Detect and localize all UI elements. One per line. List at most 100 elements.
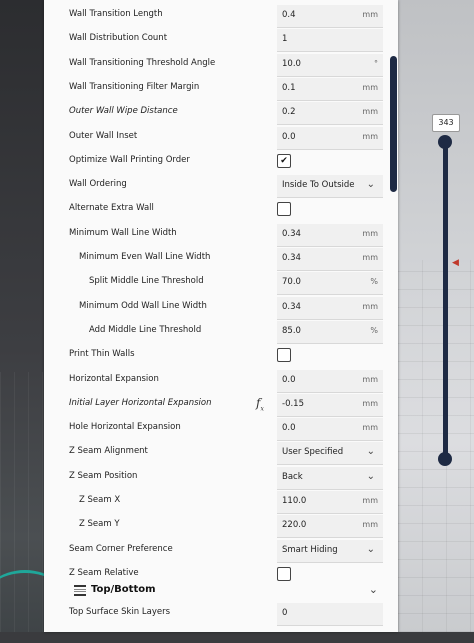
setting-unit: mm [362, 132, 378, 141]
setting-row-outer-wall-wipe-distance: Outer Wall Wipe Distance 0.2 mm [44, 101, 398, 125]
setting-value: 85.0 [282, 326, 301, 336]
setting-input[interactable]: 110.0 mm [277, 491, 383, 514]
layer-slider-top-handle[interactable] [438, 135, 452, 149]
setting-row-optimize-wall-printing-order: Optimize Wall Printing Order ✔ [44, 150, 398, 174]
setting-row-wall-transitioning-threshold-angle: Wall Transitioning Threshold Angle 10.0 ° [44, 53, 398, 77]
setting-row-hole-horizontal-expansion: Hole Horizontal Expansion 0.0 mm [44, 417, 398, 441]
setting-label: Add Middle Line Threshold [89, 325, 202, 335]
setting-value: 110.0 [282, 496, 307, 506]
setting-input[interactable]: 1 [277, 29, 383, 52]
setting-input[interactable]: 0.0 mm [277, 418, 383, 441]
layer-number-badge: 343 [432, 114, 460, 132]
setting-label: Z Seam Alignment [69, 446, 148, 456]
setting-dropdown[interactable]: Back ⌄ [277, 467, 383, 490]
setting-unit: mm [362, 302, 378, 311]
setting-dropdown[interactable]: Inside To Outside ⌄ [277, 175, 383, 198]
checkbox-unchecked[interactable] [277, 202, 291, 216]
setting-label: Z Seam Relative [69, 568, 139, 578]
checkbox-unchecked[interactable] [277, 567, 291, 581]
setting-row-z-seam-x: Z Seam X 110.0 mm [44, 490, 398, 514]
setting-label: Wall Transitioning Filter Margin [69, 82, 200, 92]
setting-label: Z Seam X [79, 495, 121, 505]
setting-value: 0.4 [282, 10, 296, 20]
setting-row-seam-corner-preference: Seam Corner Preference Smart Hiding ⌄ [44, 539, 398, 563]
setting-unit: mm [362, 229, 378, 238]
function-icon[interactable]: fx [256, 396, 264, 412]
setting-label: Wall Transition Length [69, 9, 163, 19]
setting-value: 0.34 [282, 229, 301, 239]
setting-input[interactable]: 0 [277, 603, 383, 626]
setting-row-wall-distribution-count: Wall Distribution Count 1 [44, 28, 398, 52]
setting-label: Minimum Wall Line Width [69, 228, 177, 238]
setting-label: Z Seam Y [79, 519, 120, 529]
setting-value: 0.0 [282, 423, 296, 433]
setting-label: Split Middle Line Threshold [89, 276, 204, 286]
chevron-down-icon: ⌄ [366, 179, 375, 190]
chevron-down-icon: ⌄ [366, 544, 375, 555]
setting-label: Wall Transitioning Threshold Angle [69, 58, 216, 68]
setting-value: 220.0 [282, 520, 307, 530]
layer-slider-track[interactable] [443, 142, 448, 460]
setting-input[interactable]: 0.0 mm [277, 127, 383, 150]
setting-label: Top Surface Skin Layers [69, 607, 171, 617]
setting-label: Alternate Extra Wall [69, 203, 154, 213]
panel-scrollbar[interactable] [390, 56, 397, 192]
setting-input[interactable]: 70.0% [277, 272, 383, 295]
setting-value: 0.34 [282, 302, 301, 312]
setting-value: 1 [282, 34, 288, 44]
setting-input[interactable]: 0.34 mm [277, 297, 383, 320]
setting-label: Seam Corner Preference [69, 544, 173, 554]
checkbox-unchecked[interactable] [277, 348, 291, 362]
setting-unit: mm [362, 423, 378, 432]
setting-row-minimum-wall-line-width: Minimum Wall Line Width 0.34 mm [44, 223, 398, 247]
setting-input[interactable]: 0.34 mm [277, 224, 383, 247]
setting-row-split-middle-line-threshold: Split Middle Line Threshold 70.0% [44, 271, 398, 295]
setting-input[interactable]: 10.0 ° [277, 54, 383, 77]
setting-value: 10.0 [282, 59, 301, 69]
setting-row-wall-transitioning-filter-margin: Wall Transitioning Filter Margin 0.1 mm [44, 77, 398, 101]
setting-input[interactable]: 0.0 mm [277, 370, 383, 393]
setting-value: 0 [282, 608, 288, 618]
setting-unit: mm [362, 10, 378, 19]
setting-value: Inside To Outside [282, 180, 355, 190]
setting-label: Minimum Even Wall Line Width [79, 252, 211, 262]
setting-row-wall-transition-length: Wall Transition Length 0.4 mm [44, 4, 398, 28]
viewport-right [398, 0, 474, 632]
checkbox-checked[interactable]: ✔ [277, 154, 291, 168]
setting-value: 70.0 [282, 277, 301, 287]
setting-label: Outer Wall Wipe Distance [69, 106, 178, 116]
setting-dropdown[interactable]: Smart Hiding ⌄ [277, 540, 383, 563]
setting-label: Hole Horizontal Expansion [69, 422, 181, 432]
setting-unit: mm [362, 375, 378, 384]
setting-row-print-thin-walls: Print Thin Walls [44, 344, 398, 368]
setting-unit: mm [362, 496, 378, 505]
setting-input[interactable]: 0.4 mm [277, 5, 383, 28]
setting-input[interactable]: 220.0 mm [277, 515, 383, 538]
setting-input[interactable]: 0.34 mm [277, 248, 383, 271]
setting-row-alternate-extra-wall: Alternate Extra Wall [44, 198, 398, 222]
setting-input[interactable]: -0.15 mm [277, 394, 383, 417]
setting-input[interactable]: 0.2 mm [277, 102, 383, 125]
setting-input[interactable]: 0.1 mm [277, 78, 383, 101]
setting-value: 0.34 [282, 253, 301, 263]
setting-input[interactable]: 85.0% [277, 321, 383, 344]
setting-row-wall-ordering: Wall Ordering Inside To Outside ⌄ [44, 174, 398, 198]
setting-row-z-seam-alignment: Z Seam Alignment User Specified ⌄ [44, 441, 398, 465]
chevron-down-icon: ⌄ [366, 471, 375, 482]
setting-value: 0.0 [282, 375, 296, 385]
setting-label: Wall Distribution Count [69, 33, 168, 43]
setting-row-z-seam-y: Z Seam Y 220.0 mm [44, 514, 398, 538]
setting-unit: mm [362, 83, 378, 92]
setting-value: Smart Hiding [282, 545, 338, 555]
setting-value: 0.0 [282, 132, 296, 142]
setting-row-horizontal-expansion: Horizontal Expansion 0.0 mm [44, 369, 398, 393]
setting-label: Initial Layer Horizontal Expansion [69, 398, 212, 408]
setting-row-minimum-even-wall-line-width: Minimum Even Wall Line Width 0.34 mm [44, 247, 398, 271]
setting-label: Wall Ordering [69, 179, 127, 189]
setting-label: Print Thin Walls [69, 349, 135, 359]
chevron-down-icon: ⌄ [366, 446, 375, 457]
setting-dropdown[interactable]: User Specified ⌄ [277, 442, 383, 465]
setting-label: Horizontal Expansion [69, 374, 159, 384]
setting-row-minimum-odd-wall-line-width: Minimum Odd Wall Line Width 0.34 mm [44, 296, 398, 320]
layer-slider-bottom-handle[interactable] [438, 452, 452, 466]
